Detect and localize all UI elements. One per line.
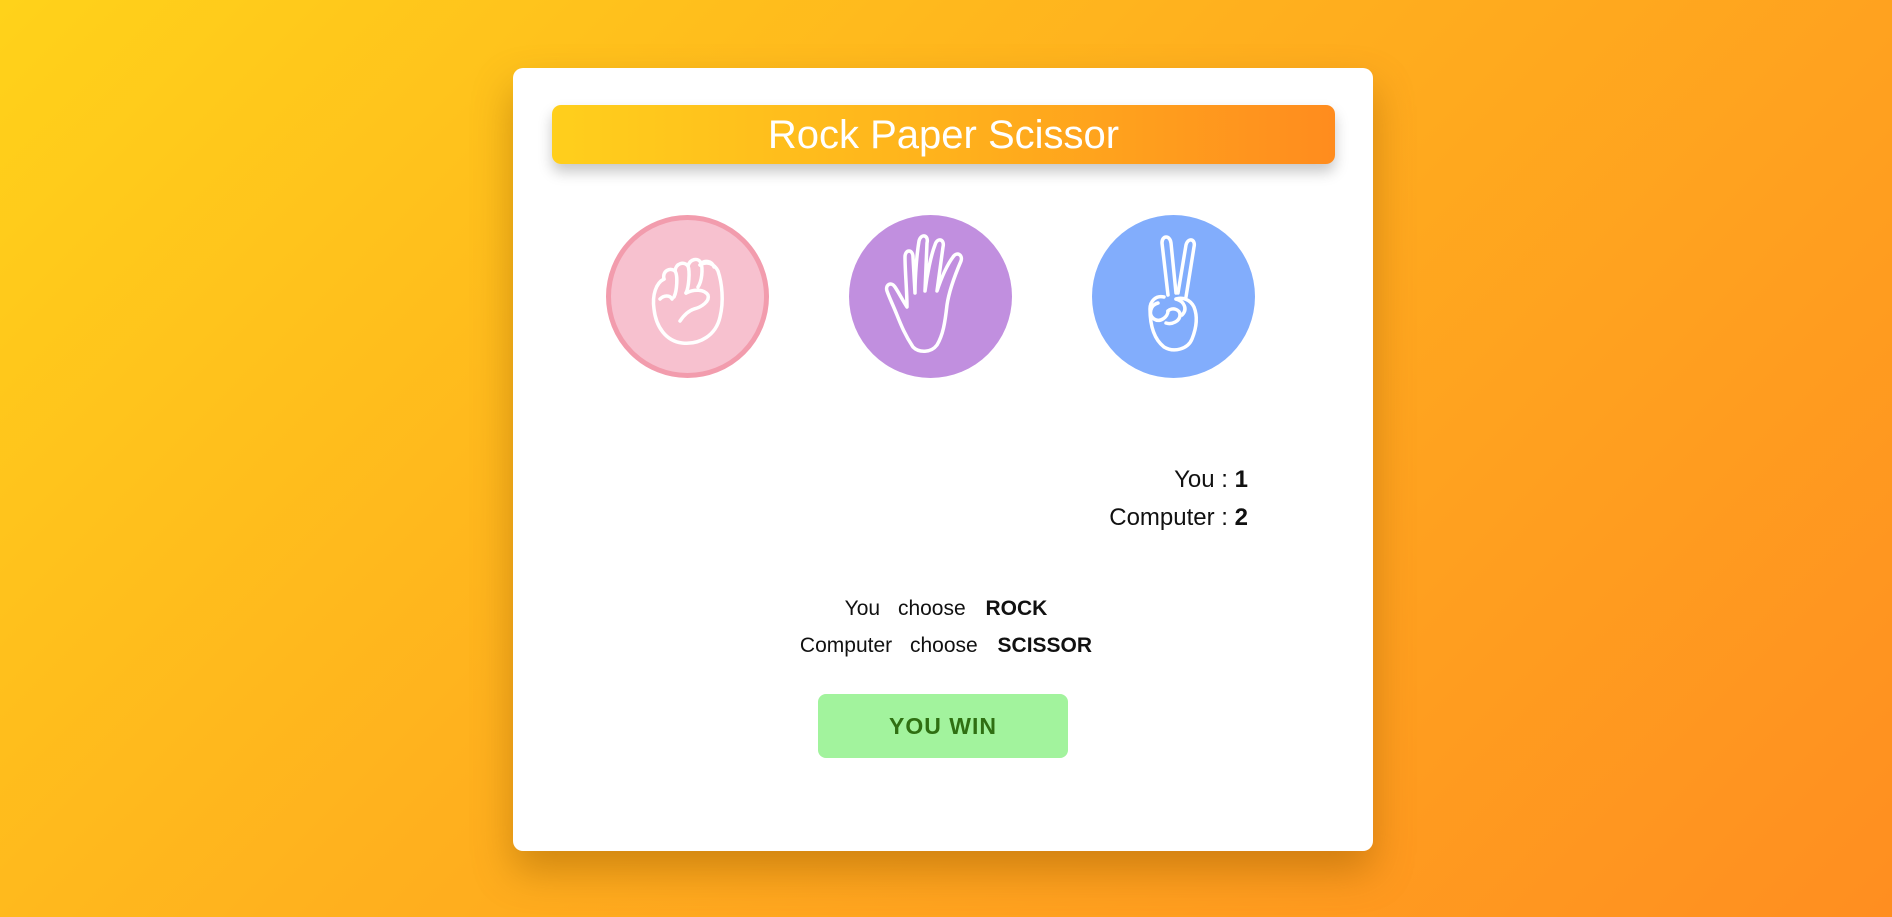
round-summary: You choose ROCK Computer choose SCISSOR <box>513 590 1373 664</box>
score-you-value: 1 <box>1234 466 1248 493</box>
computer-choice-line: Computer choose SCISSOR <box>513 627 1373 664</box>
open-hand-icon <box>884 233 963 353</box>
game-card: Rock Paper Scissor You: 1 Computer: 2 … <box>513 68 1373 851</box>
score-computer-label: Computer : <box>1109 504 1228 531</box>
you-choice-value: ROCK <box>985 597 1048 620</box>
peace-hand-icon <box>1147 234 1198 351</box>
result-badge: YOU WIN <box>818 694 1068 758</box>
you-choice-subject: You <box>844 597 881 620</box>
fist-icon <box>651 257 724 345</box>
score-computer: Computer : 2 <box>1109 499 1248 537</box>
page-title: Rock Paper Scissor <box>767 112 1120 157</box>
score-you-label: You : <box>1174 466 1228 493</box>
you-choice-line: You choose ROCK <box>513 590 1373 627</box>
paper-button[interactable] <box>849 215 1012 378</box>
computer-choice-verb: choose <box>909 634 978 657</box>
you-choice-verb: choose <box>897 597 966 620</box>
title-bar: Rock Paper Scissor <box>552 105 1335 164</box>
computer-choice-subject: Computer <box>799 634 893 657</box>
computer-choice-value: SCISSOR <box>997 634 1093 657</box>
rock-button[interactable] <box>606 215 769 378</box>
score-you: You : 1 <box>1109 461 1248 499</box>
score-computer-value: 2 <box>1234 504 1248 531</box>
scissor-button[interactable] <box>1092 215 1255 378</box>
scoreboard: You : 1 Computer : 2 <box>1109 461 1248 537</box>
